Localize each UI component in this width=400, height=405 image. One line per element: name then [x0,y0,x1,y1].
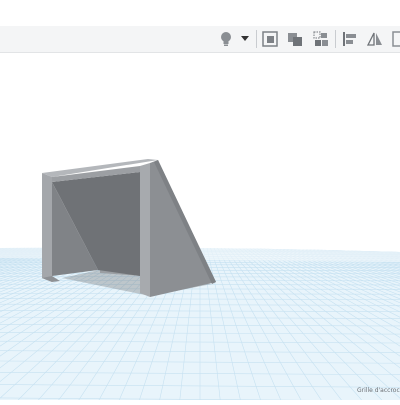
align-button[interactable] [340,29,360,49]
toolbar [0,26,400,53]
top-strip [0,0,400,27]
workplane-canvas[interactable]: Grille d'accroc [0,53,400,400]
toolbar-separator [335,30,336,48]
workplane-viewport[interactable]: Grille d'accroc [0,53,400,400]
mirror-icon [367,31,383,47]
ungroup-icon [313,31,329,47]
align-icon [342,31,358,47]
scale-icon [392,31,400,47]
lightbulb-icon [219,31,233,47]
ungroup-button[interactable] [311,29,331,49]
show-all-button[interactable] [260,29,280,49]
toolbar-separator [256,30,257,48]
more-tools-button[interactable] [390,29,400,49]
notes-menu-button[interactable] [238,29,252,49]
group-button[interactable] [285,29,305,49]
frame-icon [262,31,278,47]
show-notes-button[interactable] [216,29,236,49]
mirror-button[interactable] [365,29,385,49]
dropdown-arrow-icon [241,36,249,42]
group-icon [287,31,303,47]
grid-status-label: Grille d'accroc [357,387,400,394]
